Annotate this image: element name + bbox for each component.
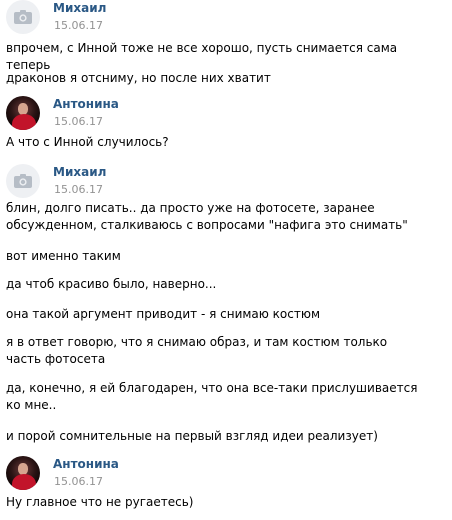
message-text: А что с Инной случилось? bbox=[6, 135, 169, 149]
message-text: впрочем, с Инной тоже не все хорошо, пус… bbox=[6, 41, 398, 72]
chat-history: Михаил 15.06.17 впрочем, с Инной тоже не… bbox=[0, 0, 452, 520]
avatar-clothing bbox=[12, 114, 36, 130]
message-text: Ну главное что не ругаетесь) bbox=[6, 495, 194, 509]
message-text: и порой сомнительные на первый взгляд ид… bbox=[6, 429, 378, 443]
message-text: вот именно таким bbox=[6, 249, 121, 263]
message-date[interactable]: 15.06.17 bbox=[54, 19, 103, 32]
author-name[interactable]: Михаил bbox=[53, 165, 106, 179]
avatar[interactable] bbox=[6, 456, 40, 490]
message-date[interactable]: 15.06.17 bbox=[54, 115, 103, 128]
camera-icon bbox=[14, 174, 32, 188]
message-text: да чтоб красиво было, наверно... bbox=[6, 277, 217, 291]
avatar[interactable] bbox=[6, 96, 40, 130]
message-text: драконов я отсниму, но после них хватит bbox=[6, 71, 271, 85]
avatar[interactable] bbox=[6, 164, 40, 198]
author-name[interactable]: Антонина bbox=[53, 457, 119, 471]
avatar[interactable] bbox=[6, 0, 40, 34]
message-text: она такой аргумент приводит - я снимаю к… bbox=[6, 307, 321, 321]
author-name[interactable]: Михаил bbox=[53, 1, 106, 15]
author-name[interactable]: Антонина bbox=[53, 97, 119, 111]
avatar-clothing bbox=[12, 474, 36, 490]
message-text: я в ответ говорю, что я снимаю образ, и … bbox=[6, 335, 388, 366]
message-text: блин, долго писать.. да просто уже на фо… bbox=[6, 201, 408, 232]
message-date[interactable]: 15.06.17 bbox=[54, 475, 103, 488]
message-date[interactable]: 15.06.17 bbox=[54, 183, 103, 196]
message-text: да, конечно, я ей благодарен, что она вс… bbox=[6, 381, 418, 412]
camera-icon bbox=[14, 10, 32, 24]
